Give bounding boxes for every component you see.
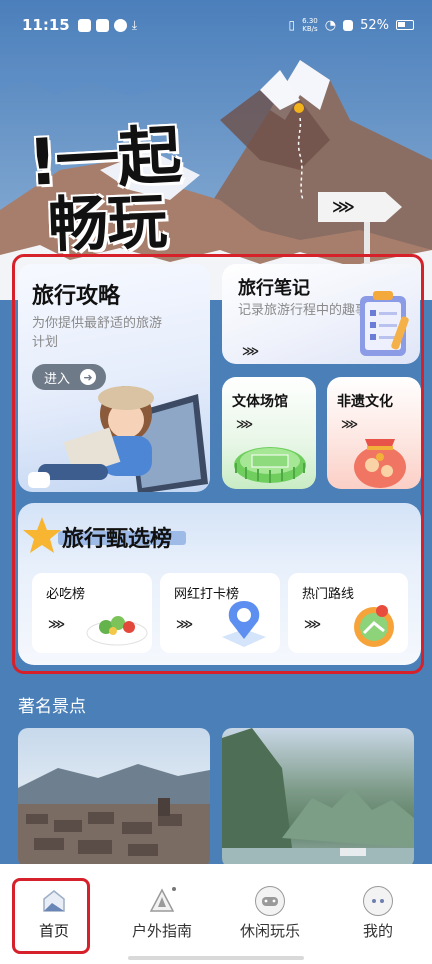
stadium-icon [234, 447, 306, 483]
travel-notes-subtitle: 记录旅游行程中的趣事 [238, 303, 369, 318]
famous-spots-title: 著名景点 [18, 697, 86, 717]
sports-venue-title: 文体场馆 [232, 394, 288, 410]
old-town-photo [18, 764, 210, 868]
rank-item-hot-routes[interactable]: 热门路线 ⋙ [288, 573, 408, 653]
status-time: 11:15 [22, 16, 70, 34]
wifi-icon: ◔ [324, 17, 337, 33]
vibrate-icon: ▯ [288, 18, 296, 32]
home-indicator-bar[interactable] [128, 956, 304, 960]
bottom-navigation: 首页 户外指南 休闲玩乐 我的 [0, 864, 432, 964]
river-valley-photo [222, 728, 414, 868]
salad-bowl-icon [86, 616, 148, 646]
net-speed-value: 6.30 [302, 17, 318, 25]
nav-profile[interactable]: 我的 [324, 864, 432, 964]
nav-outdoor-guide[interactable]: 户外指南 [108, 864, 216, 964]
signpost: ⋙ [318, 192, 402, 222]
travel-guide-subtitle: 为你提供最舒适的旅游计划 [32, 316, 163, 350]
route-icon [354, 605, 394, 647]
traveler-girl-illustration [28, 386, 208, 492]
rank-item-label: 热门路线 [302, 587, 355, 602]
feature-panel: 旅行攻略 为你提供最舒适的旅游计划 进入 ➜ 旅行笔记 记录旅游行程中的趣事 ⋙ [12, 254, 424, 674]
net-speed-unit: KB/s [302, 25, 318, 33]
chevrons-icon: ⋙ [176, 617, 193, 631]
sim-icon [343, 19, 354, 31]
clipboard-icon [360, 291, 409, 356]
travel-guide-card[interactable]: 旅行攻略 为你提供最舒适的旅游计划 进入 ➜ [18, 264, 210, 492]
verified-icon [113, 18, 127, 32]
home-highlight-frame [12, 878, 90, 954]
notification-icon [77, 18, 91, 32]
map-pin-icon [222, 601, 266, 647]
nav-label: 户外指南 [131, 922, 192, 940]
rank-item-checkin[interactable]: 网红打卡榜 ⋙ [160, 573, 280, 653]
chevrons-icon: ⋙ [304, 617, 321, 631]
travel-guide-title: 旅行攻略 [32, 284, 121, 309]
star-icon [23, 517, 61, 553]
chevrons-icon: ⋙ [236, 417, 253, 431]
intangible-heritage-card[interactable]: 非遗文化 ⋙ [327, 377, 421, 489]
profile-icon [363, 886, 393, 916]
rank-item-must-eat[interactable]: 必吃榜 ⋙ [32, 573, 152, 653]
spot-card-old-town[interactable] [18, 728, 210, 868]
arrow-right-icon: ➜ [80, 369, 97, 385]
gamepad-icon [255, 886, 285, 916]
travel-ranking-card: 旅行甄选榜 必吃榜 ⋙ 网红打卡榜 ⋙ 热门路线 ⋙ [18, 503, 421, 665]
compass-icon [147, 886, 177, 916]
chevrons-icon: ⋙ [242, 344, 259, 358]
travel-notes-title: 旅行笔记 [238, 278, 310, 299]
lucky-bag-icon [354, 439, 406, 488]
slogan-line-2: 畅玩 [47, 186, 168, 262]
chevrons-icon: ⋙ [48, 617, 65, 631]
nav-home[interactable]: 首页 [0, 864, 108, 964]
intangible-heritage-title: 非遗文化 [337, 394, 393, 410]
play-icon [95, 18, 109, 32]
travel-notes-card[interactable]: 旅行笔记 记录旅游行程中的趣事 ⋙ [222, 264, 420, 364]
nav-label: 休闲玩乐 [239, 922, 300, 940]
status-bar: 11:15 ⤓ ▯ 6.30 KB/s ◔ 52% [0, 0, 432, 50]
download-icon: ⤓ [131, 17, 138, 32]
spot-card-river-valley[interactable] [222, 728, 414, 868]
ranking-title: 旅行甄选榜 [62, 527, 173, 552]
net-speed: 6.30 KB/s [302, 17, 318, 33]
nav-label: 我的 [362, 922, 393, 940]
sports-venue-card[interactable]: 文体场馆 ⋙ [222, 377, 316, 489]
battery-icon [396, 20, 414, 30]
battery-percent: 52% [360, 17, 389, 33]
nav-leisure[interactable]: 休闲玩乐 [216, 864, 324, 964]
rank-item-label: 必吃榜 [46, 587, 86, 602]
